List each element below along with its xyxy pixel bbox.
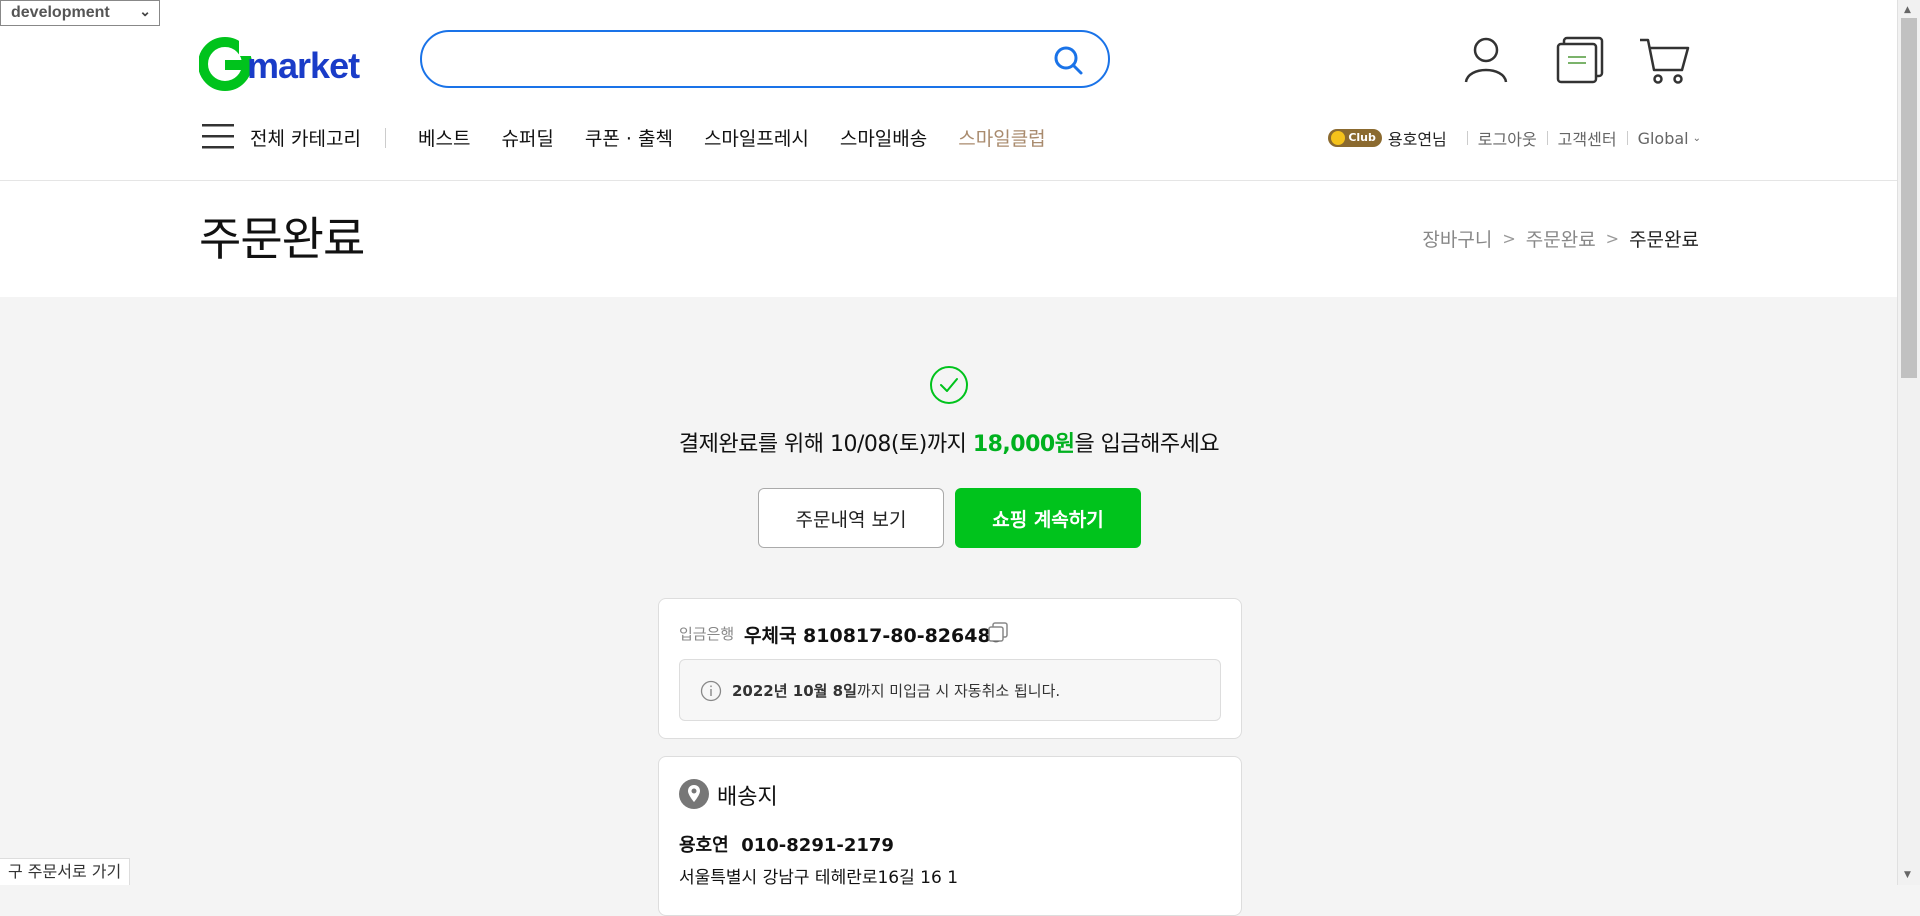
nav-items: 베스트 슈퍼딜 쿠폰 · 출첵 스마일프레시 스마일배송 스마일클럽 (418, 124, 1046, 151)
nav-item-smile-fresh[interactable]: 스마일프레시 (704, 124, 809, 151)
breadcrumb-item-current: 주문완료 (1629, 229, 1699, 251)
chevron-right-icon: > (1605, 229, 1620, 248)
breadcrumb: 장바구니 > 주문완료 > 주문완료 (1422, 225, 1699, 252)
util-separator (1466, 131, 1468, 145)
environment-select-value: development (11, 4, 110, 21)
recipient: 용호연 010-8291-2179 (679, 831, 894, 857)
bank-info-card: 입금은행 우체국 810817-80-826489 2022년 10월 8일까지… (658, 598, 1242, 739)
auto-cancel-date: 2022년 10월 8일 (732, 682, 857, 700)
svg-text:market: market (247, 45, 360, 86)
nav-divider (385, 128, 386, 148)
global-link[interactable]: Global (1638, 129, 1689, 148)
nav-item-smile-club[interactable]: 스마일클럽 (958, 124, 1045, 151)
customer-center-link[interactable]: 고객센터 (1558, 126, 1617, 150)
recipient-name: 용호연 (679, 835, 729, 856)
page-scrollbar[interactable]: ▲ ▼ (1897, 0, 1920, 885)
recent-items-icon[interactable] (1554, 34, 1606, 86)
gmarket-logo[interactable]: market (199, 36, 383, 92)
scroll-down-icon[interactable]: ▼ (1904, 870, 1911, 880)
club-badge-label: Club (1348, 131, 1376, 144)
copy-icon[interactable] (987, 621, 1009, 643)
user-icon[interactable] (1460, 34, 1512, 86)
scrollbar-thumb[interactable] (1901, 18, 1917, 378)
club-badge: Club (1328, 129, 1382, 147)
check-circle-icon (930, 366, 968, 404)
address-line: 서울특별시 강남구 테헤란로16길 16 1 (679, 868, 959, 888)
old-order-form-link[interactable]: 구 주문서로 가기 (0, 858, 131, 885)
search-icon[interactable] (1052, 44, 1084, 76)
payment-message-suffix: 을 입금해주세요 (1074, 432, 1220, 457)
chevron-right-icon: > (1502, 229, 1516, 248)
nav-item-coupon[interactable]: 쿠폰 · 출첵 (585, 124, 673, 151)
payment-message: 결제완료를 위해 10/08(토)까지 18,000원을 입금해주세요 (0, 426, 1898, 458)
scroll-up-icon[interactable]: ▲ (1904, 5, 1911, 15)
club-face-icon (1331, 131, 1346, 145)
continue-shopping-button[interactable]: 쇼핑 계속하기 (955, 488, 1141, 548)
title-bar: 주문완료 장바구니 > 주문완료 > 주문완료 (0, 181, 1898, 297)
view-order-history-button[interactable]: 주문내역 보기 (758, 488, 944, 548)
hamburger-menu-icon[interactable] (202, 122, 234, 150)
bank-label: 입금은행 (679, 625, 735, 643)
recipient-phone: 010-8291-2179 (741, 835, 894, 856)
environment-select[interactable]: development ⌄ (0, 0, 160, 26)
user-name[interactable]: 용호연님 (1388, 126, 1447, 150)
cart-icon[interactable] (1638, 34, 1690, 86)
location-pin-icon (679, 779, 709, 809)
nav-item-superdeal[interactable]: 슈퍼딜 (501, 124, 553, 151)
auto-cancel-notice: 2022년 10월 8일까지 미입금 시 자동취소 됩니다. (679, 659, 1221, 721)
info-icon (700, 680, 722, 702)
chevron-down-icon: ⌄ (1692, 132, 1701, 144)
util-separator (1626, 131, 1628, 145)
shipping-address-card: 배송지 용호연 010-8291-2179 서울특별시 강남구 테헤란로16길 … (658, 756, 1242, 916)
shipping-title: 배송지 (717, 785, 778, 810)
main-nav: 전체 카테고리 베스트 슈퍼딜 쿠폰 · 출첵 스마일프레시 스마일배송 스마일… (0, 118, 1898, 158)
nav-item-best[interactable]: 베스트 (418, 124, 470, 151)
bank-account: 우체국 810817-80-826489 (744, 625, 1004, 647)
site-header: market 전체 카테고리 베스트 슈퍼딜 쿠폰 · 출첵 스마일프레시 스마… (0, 0, 1898, 181)
all-categories-link[interactable]: 전체 카테고리 (250, 124, 361, 151)
util-separator (1546, 131, 1548, 145)
auto-cancel-text: 2022년 10월 8일까지 미입금 시 자동취소 됩니다. (732, 680, 1060, 701)
nav-item-smile-delivery[interactable]: 스마일배송 (840, 124, 927, 151)
page-title: 주문완료 (199, 212, 365, 266)
search-input[interactable] (446, 46, 1010, 74)
logout-link[interactable]: 로그아웃 (1478, 126, 1537, 150)
breadcrumb-item-cart[interactable]: 장바구니 (1422, 225, 1492, 252)
payment-amount: 18,000원 (972, 432, 1075, 457)
search-box[interactable] (420, 30, 1110, 88)
chevron-down-icon: ⌄ (139, 3, 151, 19)
auto-cancel-rest: 까지 미입금 시 자동취소 됩니다. (856, 682, 1061, 700)
breadcrumb-item-order[interactable]: 주문완료 (1526, 225, 1596, 252)
utility-links: Club 용호연님 로그아웃 고객센터 Global ⌄ (1328, 126, 1701, 150)
payment-message-prefix: 결제완료를 위해 10/08(토)까지 (678, 432, 973, 457)
